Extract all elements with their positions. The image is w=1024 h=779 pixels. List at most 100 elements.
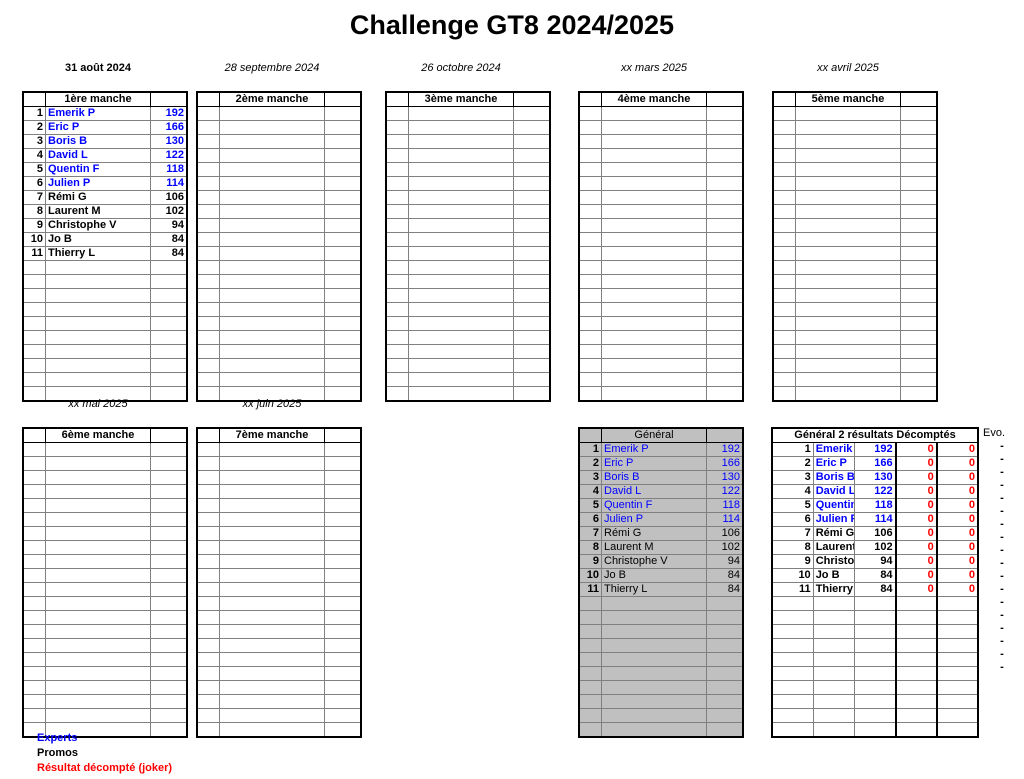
- table-row: [196, 120, 362, 135]
- name-cell: [601, 694, 707, 709]
- decompte1-cell: 0: [894, 484, 938, 499]
- score-cell: [324, 540, 362, 555]
- name-cell: [219, 708, 325, 723]
- table-row: [772, 302, 938, 317]
- score-cell: [706, 358, 744, 373]
- rank-cell: [196, 638, 220, 653]
- rank-cell: [771, 610, 814, 625]
- table-row: [385, 358, 551, 373]
- table-row: [578, 694, 744, 709]
- decompte2-cell: [935, 610, 979, 625]
- round-date-label: xx mai 2025: [68, 398, 128, 410]
- general2-table: Général 2 résultats Décomptés1Emerik P19…: [771, 427, 979, 738]
- score-cell: [706, 148, 744, 163]
- rank-cell: [385, 288, 409, 303]
- header-rank-cell: [196, 427, 220, 443]
- name-cell: [219, 442, 325, 457]
- evo-cell: -: [1000, 453, 1004, 465]
- rank-cell: [385, 176, 409, 191]
- rank-cell: 11: [578, 582, 602, 597]
- rank-cell: [578, 344, 602, 359]
- score-cell: [706, 694, 744, 709]
- score-cell: [324, 330, 362, 345]
- rank-cell: 3: [22, 134, 46, 149]
- table-row: 1 Emerik P 192: [22, 106, 188, 121]
- name-cell: [45, 372, 151, 387]
- table-row: 10 Jo B 84: [22, 232, 188, 247]
- table-row: [772, 162, 938, 177]
- score-cell: [513, 218, 551, 233]
- rank-cell: [385, 190, 409, 205]
- name-cell: [219, 358, 325, 373]
- name-cell: Jo B: [601, 568, 707, 583]
- table-row: [385, 218, 551, 233]
- rank-cell: [22, 526, 46, 541]
- score-cell: 114: [853, 512, 897, 527]
- table-row: [196, 148, 362, 163]
- table-row: [385, 120, 551, 135]
- table-row: [772, 246, 938, 261]
- decompte1-cell: 0: [894, 442, 938, 457]
- name-cell: [219, 316, 325, 331]
- rank-cell: [196, 680, 220, 695]
- name-cell: Christophe V: [45, 218, 151, 233]
- rank-cell: [196, 358, 220, 373]
- name-cell: [219, 610, 325, 625]
- decompte2-cell: [935, 722, 979, 738]
- name-cell: [219, 204, 325, 219]
- header-title-cell: 6ème manche: [45, 427, 151, 443]
- name-cell: [219, 330, 325, 345]
- score-cell: 84: [150, 232, 188, 247]
- name-cell: [219, 148, 325, 163]
- rank-cell: [771, 666, 814, 681]
- score-cell: [900, 134, 938, 149]
- evo-row: -: [980, 635, 1024, 648]
- decompte2-cell: 0: [935, 442, 979, 457]
- score-cell: [513, 190, 551, 205]
- evo-cell: -: [1000, 479, 1004, 491]
- table-row: [772, 148, 938, 163]
- rank-cell: [772, 386, 796, 402]
- table-row: 10 Jo B 84: [578, 568, 744, 583]
- table-row: [772, 358, 938, 373]
- rank-cell: [772, 106, 796, 121]
- score-cell: [900, 260, 938, 275]
- table-row: [578, 386, 744, 402]
- rank-cell: [22, 554, 46, 569]
- score-cell: 114: [150, 176, 188, 191]
- table-row: 4 David L 122: [578, 484, 744, 499]
- table-row: 8 Laurent M 102: [22, 204, 188, 219]
- decompte2-cell: 0: [935, 512, 979, 527]
- rank-cell: [22, 456, 46, 471]
- rank-cell: [385, 358, 409, 373]
- name-cell: [219, 582, 325, 597]
- score-cell: [513, 372, 551, 387]
- name-cell: Rémi G: [45, 190, 151, 205]
- evo-row: [980, 687, 1024, 700]
- table-row: [772, 274, 938, 289]
- evo-cell: -: [1000, 544, 1004, 556]
- score-cell: [324, 554, 362, 569]
- score-cell: [150, 316, 188, 331]
- decompte2-cell: [935, 638, 979, 653]
- score-cell: 130: [150, 134, 188, 149]
- table-row: [772, 232, 938, 247]
- name-cell: [408, 134, 514, 149]
- name-cell: [45, 316, 151, 331]
- name-cell: [219, 498, 325, 513]
- table-row: [578, 190, 744, 205]
- rank-cell: [772, 316, 796, 331]
- rank-cell: [22, 512, 46, 527]
- name-cell: [812, 652, 855, 667]
- evo-cell: -: [1000, 466, 1004, 478]
- table-row: [196, 162, 362, 177]
- score-cell: [324, 484, 362, 499]
- table-row: [196, 526, 362, 541]
- score-cell: [706, 134, 744, 149]
- score-cell: [706, 120, 744, 135]
- round-table: 5ème manche: [772, 91, 938, 402]
- score-cell: 84: [853, 582, 897, 597]
- score-cell: [150, 582, 188, 597]
- header-rank-cell: [578, 91, 602, 107]
- table-row: [385, 274, 551, 289]
